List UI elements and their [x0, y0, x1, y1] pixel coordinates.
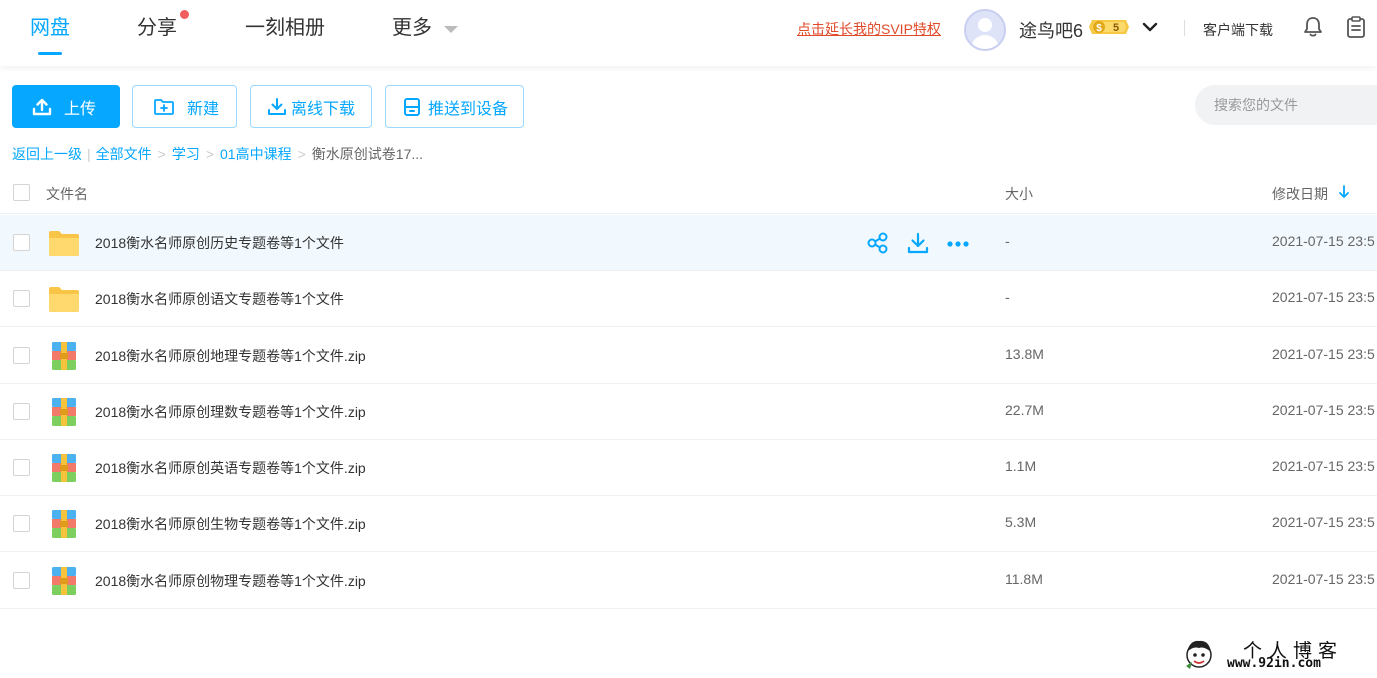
new-folder-icon	[154, 98, 174, 115]
file-name[interactable]: 2018衡水名师原创理数专题卷等1个文件.zip	[95, 402, 366, 422]
file-size: -	[1005, 289, 1010, 305]
bell-icon[interactable]	[1302, 16, 1324, 38]
offline-download-button[interactable]: 离线下载	[250, 85, 372, 128]
nav-tab-more[interactable]: 更多	[392, 14, 432, 42]
push-to-device-label: 推送到设备	[428, 100, 509, 118]
clipboard-icon[interactable]	[1345, 15, 1367, 39]
file-size: -	[1005, 233, 1010, 249]
row-checkbox[interactable]	[13, 572, 30, 589]
file-size: 13.8M	[1005, 346, 1044, 362]
watermark-url: www.92in.com	[1227, 656, 1321, 671]
table-row[interactable]: 2018衡水名师原创地理专题卷等1个文件.zip 13.8M 2021-07-1…	[0, 328, 1377, 384]
device-icon	[404, 97, 420, 116]
file-name[interactable]: 2018衡水名师原创语文专题卷等1个文件	[95, 289, 344, 309]
row-checkbox[interactable]	[13, 234, 30, 251]
svip-level-badge: $ 5	[1089, 20, 1129, 34]
offline-download-label: 离线下载	[291, 100, 356, 118]
svg-text:$: $	[1096, 23, 1102, 34]
file-modified-date: 2021-07-15 23:5	[1272, 402, 1375, 418]
download-icon	[268, 97, 286, 115]
row-actions	[866, 232, 986, 254]
breadcrumb-separator: >	[205, 146, 215, 162]
svip-promo-link[interactable]: 点击延长我的SVIP特权	[797, 19, 941, 39]
zip-archive-icon	[52, 342, 76, 370]
file-name[interactable]: 2018衡水名师原创物理专题卷等1个文件.zip	[95, 571, 366, 591]
file-modified-date: 2021-07-15 23:5	[1272, 514, 1375, 530]
row-checkbox[interactable]	[13, 515, 30, 532]
file-name[interactable]: 2018衡水名师原创生物专题卷等1个文件.zip	[95, 514, 366, 534]
folder-icon	[49, 287, 79, 312]
column-header-name[interactable]: 文件名	[46, 184, 88, 204]
column-header-date[interactable]: 修改日期	[1272, 184, 1328, 204]
breadcrumb-separator: >	[157, 146, 166, 162]
top-nav-bar: 网盘 分享 一刻相册 更多 点击延长我的SVIP特权 途鸟吧6 $ 5 客户端下…	[0, 0, 1377, 66]
push-to-device-button[interactable]: 推送到设备	[385, 85, 524, 128]
watermark-face-icon	[1186, 640, 1212, 669]
breadcrumb-back-link[interactable]: 返回上一级	[12, 146, 82, 162]
breadcrumb-current: 衡水原创试卷17...	[311, 146, 424, 162]
table-row[interactable]: 2018衡水名师原创语文专题卷等1个文件 - 2021-07-15 23:5	[0, 271, 1377, 327]
breadcrumb-separator: >	[297, 146, 306, 162]
table-row[interactable]: 2018衡水名师原创历史专题卷等1个文件 - 2021-07-15 23:5	[0, 215, 1377, 271]
chevron-down-icon[interactable]	[1141, 18, 1159, 36]
file-table-header: 文件名 大小 修改日期	[0, 172, 1377, 214]
share-icon[interactable]	[866, 232, 890, 254]
upload-icon	[32, 98, 52, 115]
table-row[interactable]: 2018衡水名师原创生物专题卷等1个文件.zip 5.3M 2021-07-15…	[0, 496, 1377, 552]
nav-tab-moment-album[interactable]: 一刻相册	[245, 14, 325, 42]
table-row[interactable]: 2018衡水名师原创理数专题卷等1个文件.zip 22.7M 2021-07-1…	[0, 384, 1377, 440]
file-name[interactable]: 2018衡水名师原创地理专题卷等1个文件.zip	[95, 346, 366, 366]
divider	[1184, 20, 1185, 36]
row-checkbox[interactable]	[13, 403, 30, 420]
select-all-checkbox[interactable]	[13, 184, 30, 201]
file-modified-date: 2021-07-15 23:5	[1272, 289, 1375, 305]
breadcrumb-item-all-files[interactable]: 全部文件	[96, 146, 152, 162]
file-size: 5.3M	[1005, 514, 1037, 530]
table-row[interactable]: 2018衡水名师原创英语专题卷等1个文件.zip 1.1M 2021-07-15…	[0, 440, 1377, 496]
sort-desc-icon[interactable]	[1338, 185, 1350, 199]
svip-level-number: 5	[1113, 22, 1119, 34]
zip-archive-icon	[52, 454, 76, 482]
breadcrumb-item-high-school[interactable]: 01高中课程	[220, 146, 292, 162]
zip-archive-icon	[52, 510, 76, 538]
nav-tab-share[interactable]: 分享	[137, 14, 177, 42]
caret-down-icon[interactable]	[444, 26, 458, 33]
notification-dot	[180, 10, 189, 19]
zip-archive-icon	[52, 398, 76, 426]
breadcrumb-item-study[interactable]: 学习	[172, 146, 200, 162]
search-input[interactable]	[1195, 85, 1377, 125]
row-checkbox[interactable]	[13, 290, 30, 307]
file-size: 11.8M	[1005, 571, 1043, 587]
file-modified-date: 2021-07-15 23:5	[1272, 233, 1375, 249]
upload-label: 上传	[64, 100, 97, 118]
row-checkbox[interactable]	[13, 459, 30, 476]
file-size: 22.7M	[1005, 402, 1044, 418]
download-icon[interactable]	[906, 232, 930, 254]
client-download-link[interactable]: 客户端下载	[1203, 20, 1273, 40]
new-folder-button[interactable]: 新建	[132, 85, 237, 128]
table-row[interactable]: 2018衡水名师原创物理专题卷等1个文件.zip 11.8M 2021-07-1…	[0, 553, 1377, 609]
more-icon[interactable]	[946, 232, 970, 254]
active-tab-indicator	[38, 52, 62, 55]
breadcrumb: 返回上一级 | 全部文件 > 学习 >01高中课程 > 衡水原创试卷17...	[12, 146, 424, 162]
file-modified-date: 2021-07-15 23:5	[1272, 458, 1375, 474]
file-modified-date: 2021-07-15 23:5	[1272, 346, 1375, 362]
file-name[interactable]: 2018衡水名师原创历史专题卷等1个文件	[95, 233, 344, 253]
upload-button[interactable]: 上传	[12, 85, 120, 128]
new-folder-label: 新建	[187, 100, 220, 118]
file-size: 1.1M	[1005, 458, 1037, 474]
nav-tab-netdisk[interactable]: 网盘	[30, 14, 70, 42]
row-checkbox[interactable]	[13, 347, 30, 364]
folder-icon	[49, 231, 79, 256]
avatar[interactable]	[964, 9, 1006, 51]
file-modified-date: 2021-07-15 23:5	[1272, 571, 1375, 587]
zip-archive-icon	[52, 567, 76, 595]
file-name[interactable]: 2018衡水名师原创英语专题卷等1个文件.zip	[95, 458, 366, 478]
username[interactable]: 途鸟吧6	[1019, 17, 1083, 43]
column-header-size[interactable]: 大小	[1005, 184, 1033, 204]
